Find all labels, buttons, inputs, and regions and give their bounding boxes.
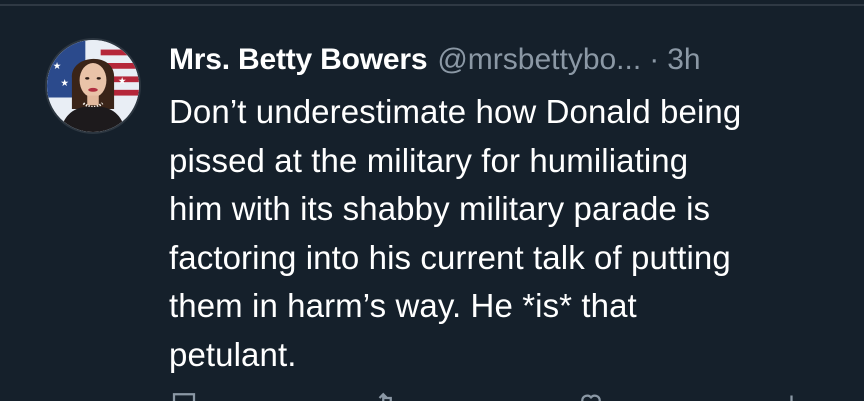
author-handle[interactable]: @mrsbettybo... xyxy=(437,40,641,80)
views-icon[interactable] xyxy=(779,388,809,401)
tweet-text-line: pissed at the military for humiliating xyxy=(169,141,689,179)
tweet-text-line: him with its shabby military parade is xyxy=(169,190,711,227)
avatar[interactable]: ★ ★ ★ xyxy=(45,38,141,134)
tweet-text-line: petulant. xyxy=(169,335,297,373)
tweet-header: Mrs. Betty Bowers @mrsbettybo... · 3h xyxy=(169,40,839,80)
retweet-icon[interactable] xyxy=(372,388,402,401)
svg-text:★: ★ xyxy=(118,76,127,87)
tweet-text: Don’t underestimate how Donald being pis… xyxy=(169,88,839,379)
tweet-content: Mrs. Betty Bowers @mrsbettybo... · 3h Do… xyxy=(169,40,839,379)
svg-text:★: ★ xyxy=(53,61,62,72)
heart-icon[interactable] xyxy=(576,388,606,401)
author-name[interactable]: Mrs. Betty Bowers xyxy=(169,40,428,80)
svg-text:★: ★ xyxy=(60,78,69,89)
tweet-text-line: Don’t underestimate how Donald being xyxy=(169,93,742,130)
tweet[interactable]: ★ ★ ★ Mrs. Betty Bowers @mrsbettybo... ·… xyxy=(0,0,864,401)
tweet-text-line: factoring into his current talk of putti… xyxy=(169,238,731,276)
avatar-image: ★ ★ ★ xyxy=(47,40,139,132)
timestamp[interactable]: 3h xyxy=(667,40,700,80)
divider xyxy=(0,4,864,6)
reply-icon[interactable] xyxy=(169,388,199,401)
separator-dot: · xyxy=(649,43,660,76)
tweet-actions xyxy=(169,388,809,401)
tweet-text-line: them in harm’s way. He *is* that xyxy=(169,287,637,324)
